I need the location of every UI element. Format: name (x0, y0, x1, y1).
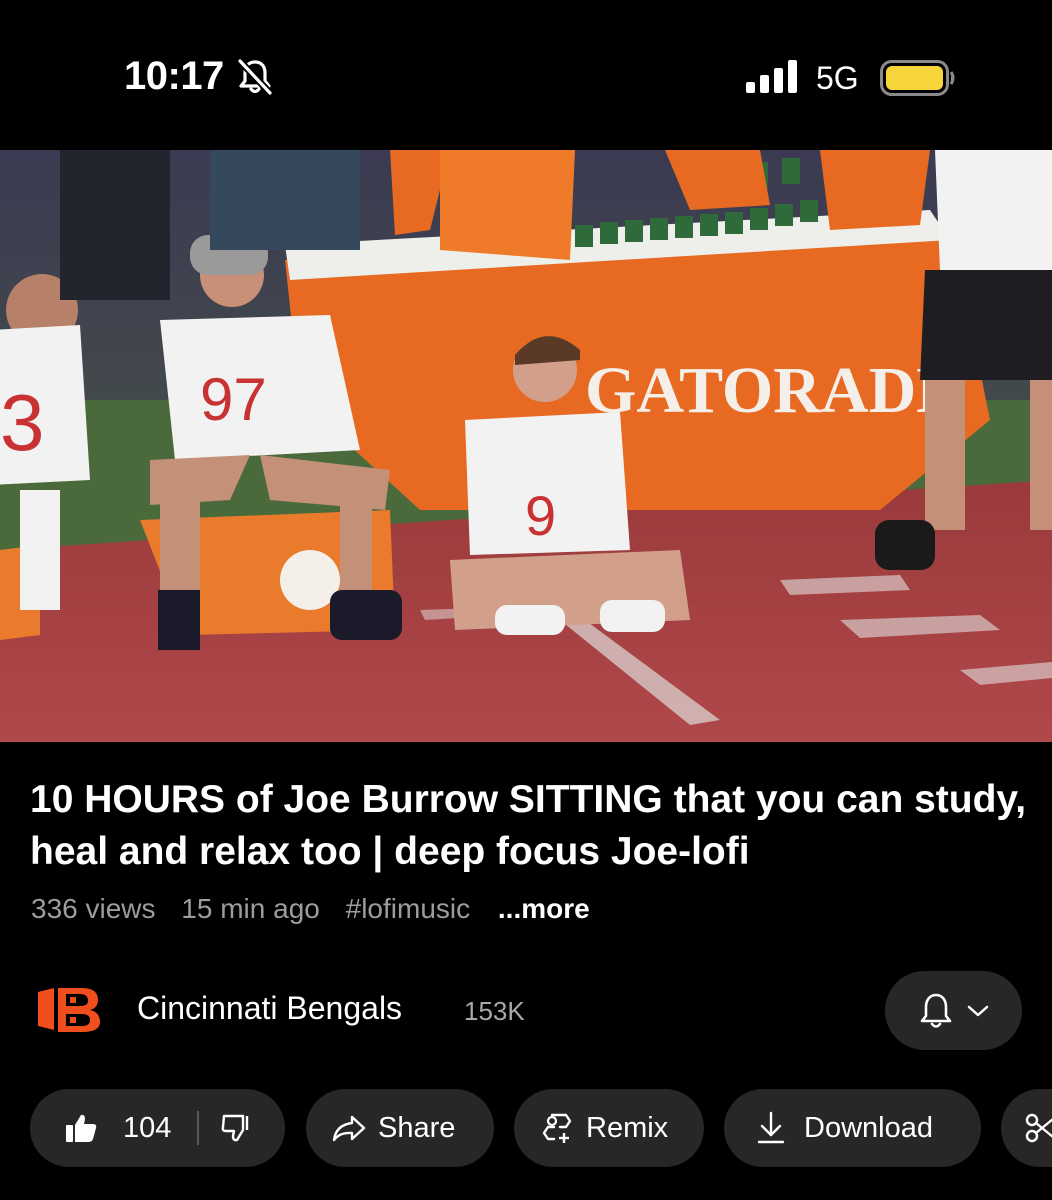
silent-mode-bell-icon (237, 58, 273, 96)
video-title[interactable]: 10 HOURS of Joe Burrow SITTING that you … (30, 774, 1030, 878)
more-button[interactable]: ...more (498, 893, 590, 924)
video-player[interactable]: GATORADE 3 97 9 (0, 150, 1052, 742)
network-type: 5G (816, 60, 859, 96)
like-count: 104 (123, 1111, 172, 1144)
svg-text:3: 3 (0, 378, 45, 467)
remix-icon (542, 1113, 572, 1143)
svg-text:GATORADE: GATORADE (585, 354, 960, 427)
like-divider (197, 1111, 200, 1145)
remix-label: Remix (586, 1111, 669, 1144)
cellular-signal-icon (746, 60, 797, 93)
video-meta[interactable]: 336 views 15 min ago #lofimusic ...more (31, 893, 608, 925)
svg-text:9: 9 (525, 484, 556, 547)
bell-icon (920, 993, 951, 1028)
clock-time: 10:17 (124, 54, 224, 98)
hashtag-link[interactable]: #lofimusic (346, 893, 470, 924)
thumbs-up-icon (66, 1114, 97, 1142)
video-frame: GATORADE 3 97 9 (0, 150, 1052, 742)
channel-name[interactable]: Cincinnati Bengals (137, 990, 402, 1027)
download-label: Download (804, 1111, 933, 1144)
share-arrow-icon (332, 1115, 366, 1142)
remix-button[interactable]: Remix (514, 1089, 704, 1167)
like-dislike-group: 104 (30, 1089, 285, 1167)
clip-button[interactable] (1001, 1089, 1052, 1167)
view-count: 336 views (31, 893, 156, 924)
subscriber-count: 153K (464, 996, 525, 1026)
upload-age: 15 min ago (181, 893, 320, 924)
share-button[interactable]: Share (306, 1089, 494, 1167)
notifications-button[interactable] (885, 971, 1022, 1050)
status-bar: 10:17 5G (0, 0, 1052, 150)
channel-logo-icon[interactable] (36, 986, 102, 1034)
thumbs-down-icon[interactable] (221, 1113, 253, 1143)
share-label: Share (378, 1111, 456, 1144)
like-button[interactable]: 104 (65, 1112, 171, 1145)
scissors-icon (1025, 1113, 1052, 1143)
battery-icon (880, 60, 955, 96)
download-icon (757, 1111, 785, 1144)
chevron-down-icon (967, 1005, 988, 1016)
svg-text:97: 97 (200, 366, 267, 433)
download-button[interactable]: Download (724, 1089, 981, 1167)
